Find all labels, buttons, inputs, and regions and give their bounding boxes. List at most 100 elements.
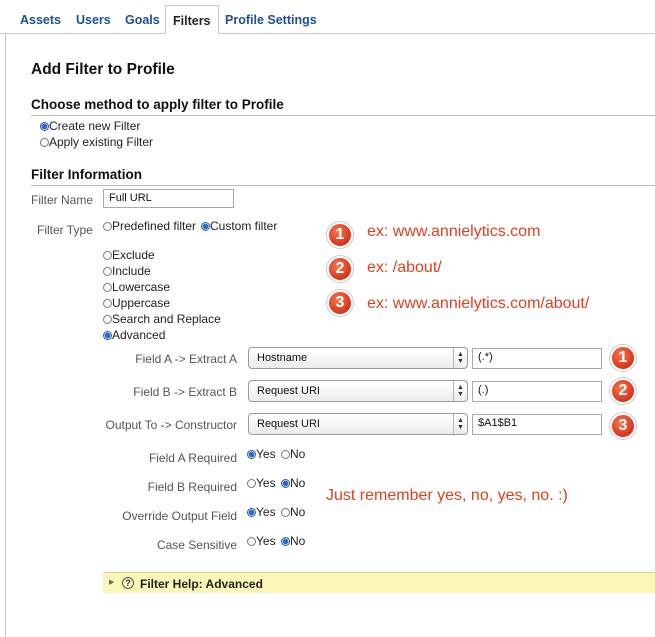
tab-filters[interactable]: Filters <box>165 5 219 35</box>
annotation-example-2: ex: /about/ <box>367 259 442 276</box>
radio-icon[interactable] <box>103 315 112 324</box>
option-label: Yes <box>256 534 276 548</box>
tab-assets[interactable]: Assets <box>20 13 61 27</box>
radio-icon[interactable] <box>40 138 49 147</box>
predefined-filter-option[interactable]: Predefined filter <box>103 219 196 233</box>
tab-users[interactable]: Users <box>76 13 111 27</box>
method-heading: Choose method to apply filter to Profile <box>31 97 284 112</box>
advanced-option[interactable]: Advanced <box>103 328 165 342</box>
radio-icon[interactable] <box>40 122 49 131</box>
option-label: Apply existing Filter <box>49 135 154 149</box>
tab-goals[interactable]: Goals <box>125 13 160 27</box>
apply-existing-filter-option[interactable]: Apply existing Filter <box>40 135 153 149</box>
radio-icon[interactable] <box>281 479 290 488</box>
override-output-label: Override Output Field <box>122 509 237 523</box>
case-sensitive-label: Case Sensitive <box>156 538 237 552</box>
tab-profile-settings[interactable]: Profile Settings <box>225 13 317 27</box>
create-new-filter-option[interactable]: Create new Filter <box>40 119 140 133</box>
field-a-required-no[interactable]: No <box>281 447 305 461</box>
radio-icon[interactable] <box>103 299 112 308</box>
custom-filter-option[interactable]: Custom filter <box>201 219 277 233</box>
help-question-icon: ? <box>122 577 134 589</box>
option-label: Include <box>112 264 151 278</box>
field-a-label: Field A -> Extract A <box>135 352 237 366</box>
case-sensitive-yes[interactable]: Yes <box>247 534 276 548</box>
select-value: Request URI <box>257 418 320 430</box>
filter-type-label: Filter Type <box>37 223 93 237</box>
radio-icon[interactable] <box>103 251 112 260</box>
override-output-no[interactable]: No <box>281 505 305 519</box>
radio-icon[interactable] <box>103 331 112 340</box>
extract-a-input[interactable]: (.*) <box>472 348 602 369</box>
lowercase-option[interactable]: Lowercase <box>103 280 170 294</box>
field-b-label: Field B -> Extract B <box>133 385 237 399</box>
output-to-select[interactable]: Request URI ▲ ▼ <box>248 413 468 435</box>
uppercase-option[interactable]: Uppercase <box>103 296 170 310</box>
field-b-required-no[interactable]: No <box>281 476 305 490</box>
option-label: Create new Filter <box>49 119 141 133</box>
annotation-badge-1: 1 <box>327 222 353 248</box>
radio-icon[interactable] <box>247 508 256 517</box>
filter-help-bar[interactable]: ▶ ? Filter Help: Advanced <box>103 572 655 593</box>
radio-icon[interactable] <box>281 537 290 546</box>
radio-icon[interactable] <box>247 450 256 459</box>
field-b-required-label: Field B Required <box>147 480 237 494</box>
select-value: Request URI <box>257 385 320 397</box>
option-label: Lowercase <box>112 280 171 294</box>
filter-name-input[interactable]: Full URL <box>103 189 234 208</box>
expand-triangle-icon[interactable]: ▶ <box>109 578 114 586</box>
include-option[interactable]: Include <box>103 264 151 278</box>
option-label: Yes <box>256 447 276 461</box>
option-label: Exclude <box>112 248 155 262</box>
filter-name-label: Filter Name <box>31 193 94 207</box>
divider <box>31 115 655 116</box>
option-label: No <box>290 476 306 490</box>
extract-b-input[interactable]: (.) <box>472 381 602 402</box>
option-label: Predefined filter <box>112 219 197 233</box>
field-b-select[interactable]: Request URI ▲ ▼ <box>248 380 468 402</box>
field-badge-3: 3 <box>610 413 636 439</box>
case-sensitive-no[interactable]: No <box>281 534 305 548</box>
override-output-yes[interactable]: Yes <box>247 505 276 519</box>
constructor-input[interactable]: $A1$B1 <box>472 414 602 435</box>
radio-icon[interactable] <box>201 222 210 231</box>
option-label: Yes <box>256 476 276 490</box>
page-title: Add Filter to Profile <box>31 61 175 78</box>
field-a-select[interactable]: Hostname ▲ ▼ <box>248 347 468 369</box>
field-b-required-yes[interactable]: Yes <box>247 476 276 490</box>
output-to-label: Output To -> Constructor <box>105 418 237 432</box>
field-a-required-yes[interactable]: Yes <box>247 447 276 461</box>
field-badge-2: 2 <box>610 378 636 404</box>
exclude-option[interactable]: Exclude <box>103 248 155 262</box>
option-label: Custom filter <box>210 219 278 233</box>
annotation-badge-2: 2 <box>327 256 353 282</box>
search-and-replace-option[interactable]: Search and Replace <box>103 312 221 326</box>
select-arrows-icon: ▲ ▼ <box>453 414 467 434</box>
option-label: Search and Replace <box>112 312 221 326</box>
annotation-remember: Just remember yes, no, yes, no. :) <box>326 487 568 504</box>
option-label: No <box>290 505 306 519</box>
radio-icon[interactable] <box>103 267 112 276</box>
radio-icon[interactable] <box>281 450 290 459</box>
annotation-badge-3: 3 <box>327 290 353 316</box>
option-label: No <box>290 447 306 461</box>
radio-icon[interactable] <box>247 479 256 488</box>
radio-icon[interactable] <box>103 222 112 231</box>
field-a-required-label: Field A Required <box>148 451 237 465</box>
radio-icon[interactable] <box>103 283 112 292</box>
divider <box>31 185 655 186</box>
option-label: Uppercase <box>112 296 171 310</box>
option-label: Advanced <box>112 328 166 342</box>
select-arrows-icon: ▲ ▼ <box>453 348 467 368</box>
annotation-example-1: ex: www.annielytics.com <box>367 223 541 240</box>
annotation-example-3: ex: www.annielytics.com/about/ <box>367 295 590 312</box>
select-arrows-icon: ▲ ▼ <box>453 381 467 401</box>
select-value: Hostname <box>257 352 308 364</box>
option-label: No <box>290 534 306 548</box>
option-label: Yes <box>256 505 276 519</box>
radio-icon[interactable] <box>247 537 256 546</box>
filter-help-label: Filter Help: Advanced <box>140 577 263 591</box>
field-badge-1: 1 <box>610 345 636 371</box>
radio-icon[interactable] <box>281 508 290 517</box>
filter-info-heading: Filter Information <box>31 167 142 182</box>
